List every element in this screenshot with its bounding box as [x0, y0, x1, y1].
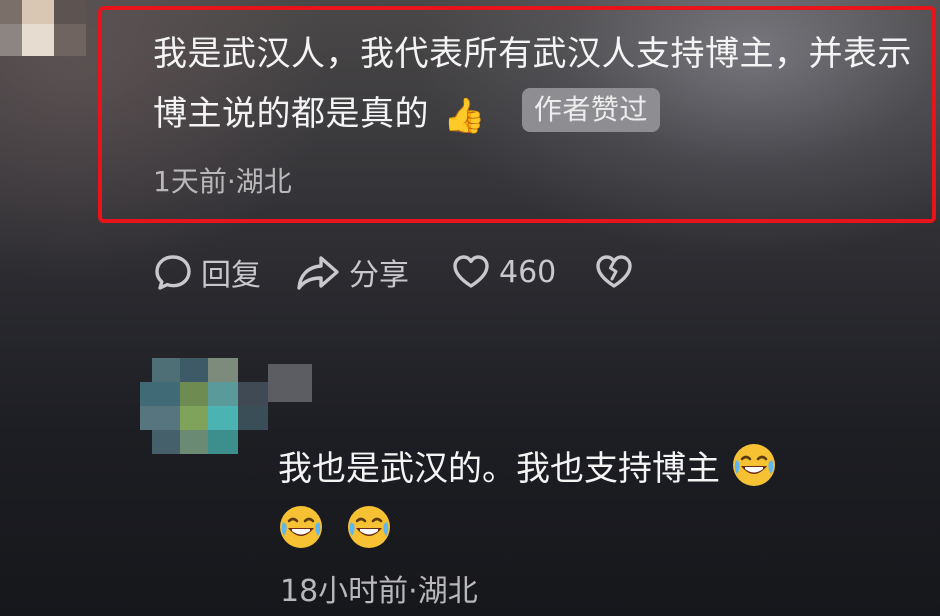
laugh-cry-emoji-icon	[278, 504, 324, 550]
like-button[interactable]: 460	[451, 252, 556, 292]
share-button[interactable]: 分享	[295, 250, 409, 294]
comment-action-bar: 回复 分享 460	[153, 250, 634, 294]
share-label: 分享	[349, 258, 409, 293]
comment-body: 我是武汉人，我代表所有武汉人支持博主，并表示博主说的都是真的 👍 作者赞过	[153, 24, 913, 146]
comment-bubble-icon	[153, 252, 193, 292]
comment-meta: 1天前·湖北	[153, 165, 292, 198]
commenter-avatar[interactable]	[0, 0, 86, 56]
reply-button[interactable]: 回复	[153, 250, 261, 294]
laugh-cry-emoji-icon	[346, 504, 392, 550]
thumbs-up-emoji: 👍	[443, 96, 486, 136]
laugh-cry-emoji-icon	[731, 442, 777, 488]
share-arrow-icon	[295, 252, 341, 292]
reply-text: 我也是武汉的。我也支持博主	[278, 449, 720, 489]
broken-heart-icon	[594, 252, 634, 292]
like-count: 460	[499, 254, 557, 290]
reply-meta: 18小时前·湖北	[280, 574, 478, 609]
dislike-button[interactable]	[594, 252, 634, 292]
reply-label: 回复	[201, 258, 261, 293]
heart-icon	[451, 252, 491, 292]
author-liked-badge: 作者赞过	[521, 88, 660, 132]
reply-body: 我也是武汉的。我也支持博主	[278, 438, 878, 562]
